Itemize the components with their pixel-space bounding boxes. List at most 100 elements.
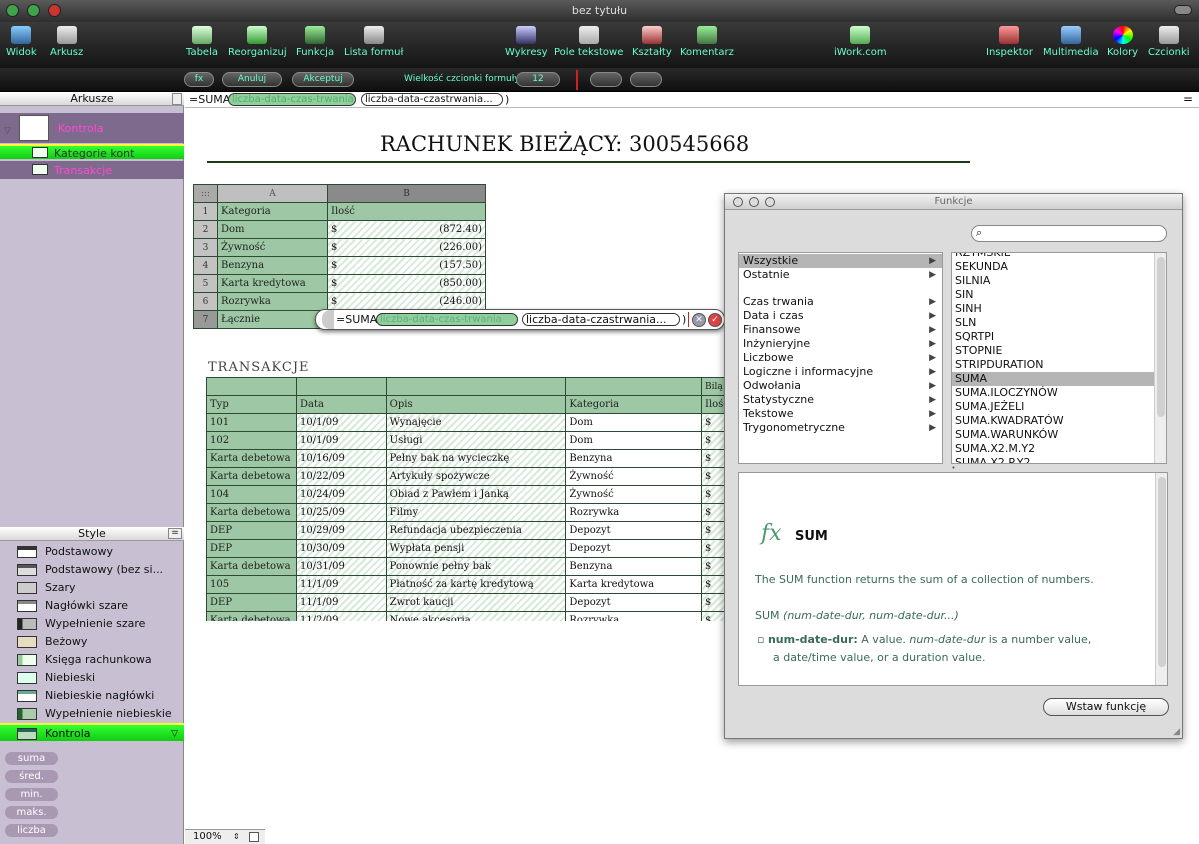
table-cell[interactable]: $ (246.00)	[327, 292, 486, 311]
style-item[interactable]: Niebieski	[0, 669, 184, 687]
function-item[interactable]: SLN	[952, 316, 1155, 330]
function-item[interactable]: SUMA.X2.P.Y2	[952, 456, 1155, 463]
table-cell[interactable]: Karta debetowa	[206, 611, 297, 621]
accept-button[interactable]: Akceptuj	[292, 72, 354, 87]
table-cell[interactable]: $	[701, 413, 724, 432]
toolbar-comment-button[interactable]: Komentarz	[680, 26, 734, 58]
accept-edit-icon[interactable]: ✓	[708, 313, 722, 327]
row-header[interactable]: 3	[193, 238, 218, 257]
formula-bar[interactable]: =SUMA( liczba-data-czas-trwania liczba-d…	[185, 92, 1199, 108]
column-header[interactable]: Typ	[206, 395, 297, 414]
group-header-cell[interactable]: Bilą	[701, 377, 724, 396]
table-cell[interactable]: Pełny bak na wycieczkę	[385, 449, 567, 468]
row-header[interactable]: 5	[193, 274, 218, 293]
table-corner-handle[interactable]: :::	[193, 184, 218, 203]
function-item[interactable]: STOPNIE	[952, 344, 1155, 358]
quick-min-button[interactable]: min.	[5, 788, 58, 801]
table-cell[interactable]: 11/2/09	[295, 611, 387, 621]
table-cell[interactable]: Żywność	[565, 467, 702, 486]
column-header[interactable]: Ilość	[701, 395, 724, 414]
toolbar-colors-button[interactable]: Kolory	[1107, 26, 1138, 58]
zoom-control[interactable]: 100% ⇕	[185, 829, 265, 844]
split-handle[interactable]: •	[725, 465, 1182, 472]
style-item[interactable]: Księga rachunkowa	[0, 651, 184, 669]
function-item[interactable]: SILNIA	[952, 274, 1155, 288]
toolbar-fonts-button[interactable]: Czcionki	[1148, 26, 1190, 58]
table-cell[interactable]: $	[701, 539, 724, 558]
table-cell[interactable]: Łącznie	[217, 310, 328, 329]
editor-arg-token[interactable]: liczba-data-czastrwania...	[522, 313, 680, 326]
toolbar-table-button[interactable]: Tabela	[186, 26, 218, 58]
table-cell[interactable]: Wypłata pensji	[385, 539, 567, 558]
table-cell[interactable]: 10/16/09	[295, 449, 387, 468]
function-item[interactable]: SEKUNDA	[952, 260, 1155, 274]
table-cell[interactable]: Karta kredytowa	[565, 575, 702, 594]
table-cell[interactable]: Płatność za kartę kredytową	[385, 575, 567, 594]
table-cell[interactable]: 10/24/09	[295, 485, 387, 504]
page-view-icon[interactable]	[249, 832, 259, 842]
table-cell[interactable]: Benzyna	[565, 449, 702, 468]
toolbar-textbox-button[interactable]: Pole tekstowe	[554, 26, 623, 58]
table-cell[interactable]: Żywność	[217, 238, 328, 257]
style-item[interactable]: Wypełnienie szare	[0, 615, 184, 633]
row-header[interactable]: 7	[193, 310, 218, 329]
table-cell[interactable]: 10/22/09	[295, 467, 387, 486]
table-cell[interactable]: Depozyt	[565, 539, 702, 558]
panel-close-button[interactable]	[733, 197, 743, 207]
table-cell[interactable]: $	[701, 521, 724, 540]
table-cell[interactable]: Dom	[565, 431, 702, 450]
formula-arg-token[interactable]: liczba-data-czas-trwania	[228, 93, 356, 106]
category-item[interactable]: Czas trwania ▶	[739, 295, 942, 309]
table-cell[interactable]: Karta debetowa	[206, 503, 297, 522]
table-cell[interactable]: Dom	[565, 413, 702, 432]
table-cell[interactable]: Karta debetowa	[206, 467, 297, 486]
function-item[interactable]: SIN	[952, 288, 1155, 302]
table-cell[interactable]: Benzyna	[217, 256, 328, 275]
category-item[interactable]: Tekstowe ▶	[739, 407, 942, 421]
function-item[interactable]: SUMA.KWADRATÓW	[952, 414, 1155, 428]
category-item[interactable]: Ostatnie ▶	[739, 268, 942, 282]
toolbar-formula-list-button[interactable]: Lista formuł	[344, 26, 403, 58]
table-cell[interactable]: Depozyt	[565, 593, 702, 612]
table-cell[interactable]: $	[701, 575, 724, 594]
row-header[interactable]: 1	[193, 202, 218, 221]
toolbar-reorganize-button[interactable]: Reorganizuj	[228, 26, 287, 58]
table-cell[interactable]: Benzyna	[565, 557, 702, 576]
toolbar-shapes-button[interactable]: Kształty	[632, 26, 672, 58]
style-item[interactable]: Beżowy	[0, 633, 184, 651]
table-cell[interactable]: Ponownie pełny bak	[385, 557, 567, 576]
quick-count-button[interactable]: liczba	[5, 824, 58, 837]
formula-bar-menu-icon[interactable]: =	[1183, 92, 1193, 106]
category-item[interactable]: Statystyczne ▶	[739, 393, 942, 407]
table-cell[interactable]: 10/31/09	[295, 557, 387, 576]
function-item[interactable]: SUMA.WARUNKÓW	[952, 428, 1155, 442]
table-cell[interactable]: Ilość	[327, 202, 486, 221]
column-header[interactable]: B	[327, 184, 486, 203]
column-header[interactable]: Opis	[385, 395, 567, 414]
table-cell[interactable]: Rozrywka	[565, 611, 702, 621]
table-cell[interactable]: $	[701, 611, 724, 621]
style-item[interactable]: Niebieskie nagłówki	[0, 687, 184, 705]
sheets-resize-handle[interactable]	[172, 93, 182, 105]
table-cell[interactable]: Depozyt	[565, 521, 702, 540]
column-header[interactable]: Kategoria	[565, 395, 702, 414]
table-cell[interactable]: $	[701, 449, 724, 468]
table-cell[interactable]: Refundacja ubezpieczenia	[385, 521, 567, 540]
cancel-edit-icon[interactable]: ✕	[692, 313, 706, 327]
row-header[interactable]: 2	[193, 220, 218, 239]
column-header[interactable]: Data	[295, 395, 387, 414]
style-item[interactable]: Podstawowy	[0, 543, 184, 561]
table-cell[interactable]: 11/1/09	[295, 593, 387, 612]
editor-arg-token[interactable]: liczba-data-czas-trwania	[376, 313, 518, 326]
toolbar-sheet-button[interactable]: Arkusz	[50, 26, 83, 58]
table-cell[interactable]: Obiad z Pawłem i Janką	[385, 485, 567, 504]
toolbar-function-button[interactable]: Funkcja	[296, 26, 334, 58]
category-item[interactable]: Data i czas ▶	[739, 309, 942, 323]
function-list[interactable]: SUMA.X2.P.Y2 SUMA.X2.M.Y2 SUMA.WARUNKÓW SUM…	[951, 252, 1167, 464]
column-header[interactable]: A	[217, 184, 328, 203]
table-cell[interactable]: 102	[206, 431, 297, 450]
table-cell[interactable]: Rozrywka	[217, 292, 328, 311]
style-item[interactable]: Wypełnienie niebieskie	[0, 705, 184, 723]
table-cell[interactable]: Rozrywka	[565, 503, 702, 522]
table-cell[interactable]: $	[701, 467, 724, 486]
